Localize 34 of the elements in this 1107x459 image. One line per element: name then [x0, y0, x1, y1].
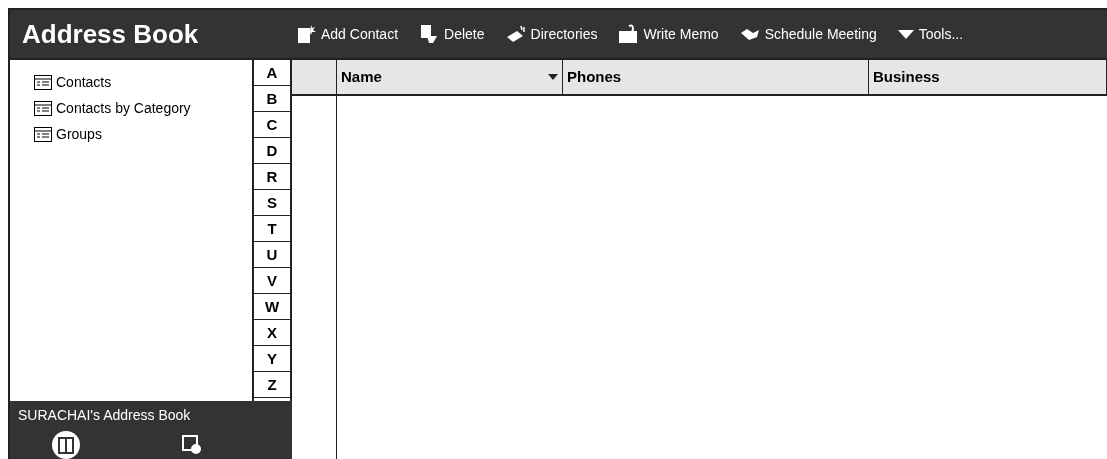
letter-tab[interactable]: S [254, 190, 290, 216]
toolbar-button[interactable]: Add Contact [295, 23, 399, 45]
toolbar-button[interactable]: Schedule Meeting [738, 23, 877, 45]
letter-tab[interactable]: V [254, 268, 290, 294]
new-card-icon [295, 24, 317, 44]
window-title: Address Book [21, 17, 200, 51]
letter-tab[interactable]: D [254, 138, 290, 164]
column-header[interactable]: Business [869, 60, 1107, 94]
nav-item[interactable]: Contacts by Category [34, 98, 191, 119]
view-icon [34, 75, 52, 90]
nav-item[interactable]: Contacts [34, 72, 112, 93]
sort-caret-icon [548, 73, 558, 81]
letter-tab[interactable]: C [254, 112, 290, 138]
address-book-owner: SURACHAI's Address Book [18, 406, 192, 425]
toolbar-button[interactable]: Write Memo [617, 23, 719, 45]
letter-tab[interactable]: Z [254, 372, 290, 398]
column-header[interactable]: Name [337, 60, 563, 94]
view-icon [34, 101, 52, 116]
letter-tab[interactable]: B [254, 86, 290, 112]
letter-tab[interactable]: U [254, 242, 290, 268]
view-icon [34, 127, 52, 142]
toolbar-button[interactable]: Directories [504, 23, 598, 45]
toolbar-button[interactable]: Delete [418, 23, 485, 45]
letter-tab[interactable]: X [254, 320, 290, 346]
column-header[interactable]: Phones [563, 60, 869, 94]
letter-tab[interactable]: R [254, 164, 290, 190]
letter-tab[interactable]: A [254, 60, 290, 86]
letter-tab[interactable]: Y [254, 346, 290, 372]
toolbar-button[interactable]: Tools... [896, 23, 964, 45]
letter-tab[interactable]: W [254, 294, 290, 320]
dropdown-triangle-icon [896, 28, 915, 40]
letter-tab[interactable]: T [254, 216, 290, 242]
memo-icon [617, 24, 640, 44]
nav-item[interactable]: Groups [34, 124, 102, 145]
